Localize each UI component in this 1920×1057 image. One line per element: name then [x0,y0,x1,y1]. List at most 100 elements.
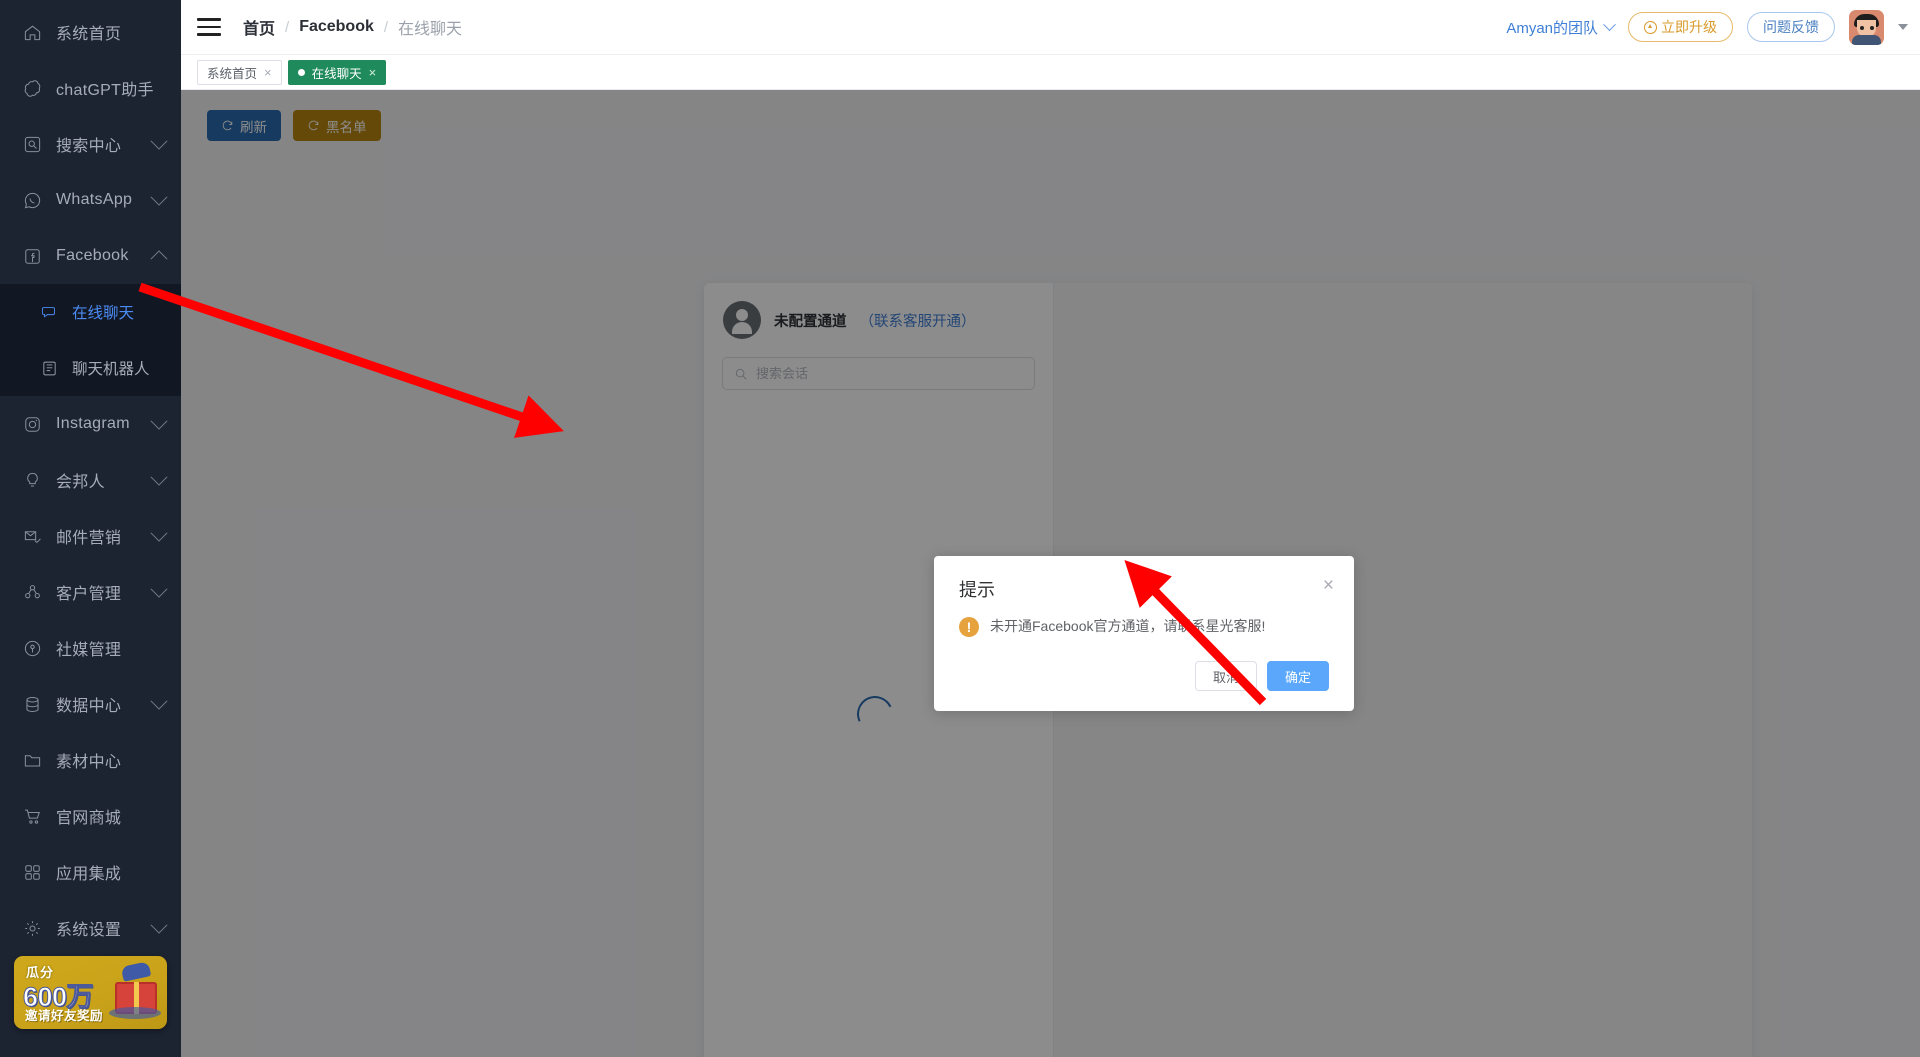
confirm-button[interactable]: 确定 [1266,661,1329,691]
sidebar-nav: 系统首页 chatGPT助手 搜索中心 WhatsApp Facebook 在线… [0,0,181,956]
chevron-down-icon [150,524,168,542]
sidebar-item-search-center[interactable]: 搜索中心 [0,116,181,172]
close-icon[interactable]: × [1323,576,1334,595]
feedback-label: 问题反馈 [1763,19,1819,35]
sidebar-item-label: 在线聊天 [72,305,135,322]
avatar-eye-left [1860,25,1864,30]
user-menu-caret-icon[interactable] [1898,24,1908,30]
promo-banner[interactable]: 瓜分 600万 邀请好友奖励 [14,956,167,1029]
cancel-button[interactable]: 取消 [1194,661,1257,691]
facebook-submenu: 在线聊天 聊天机器人 [0,284,181,396]
cart-icon [22,806,42,826]
avatar-eye-right [1870,25,1874,30]
team-name-label: Amyan的团队 [1506,19,1598,37]
sidebar-item-label: 应用集成 [56,866,122,883]
sidebar-item-chatbot[interactable]: 聊天机器人 [0,340,181,396]
users-icon [22,582,42,602]
sidebar-item-label: 会邦人 [56,474,105,491]
search-box-icon [22,134,42,154]
sidebar-item-label: 素材中心 [56,754,122,771]
sidebar-item-customer-management[interactable]: 客户管理 [0,564,181,620]
sidebar-item-label: 客户管理 [56,586,122,603]
tab-label: 在线聊天 [311,66,362,81]
team-selector[interactable]: Amyan的团队 [1506,17,1616,38]
sidebar-item-email-marketing[interactable]: 邮件营销 [0,508,181,564]
facebook-icon [22,246,42,266]
sidebar-item-label: 搜索中心 [56,138,122,155]
dialog-title: 提示 [959,580,995,600]
sidebar-item-label: 邮件营销 [56,530,122,547]
mail-check-icon [22,526,42,546]
chevron-up-icon [150,250,168,268]
chevron-down-icon [150,132,168,150]
breadcrumb: 首页 / Facebook / 在线聊天 [243,15,462,39]
close-icon[interactable]: × [264,66,272,79]
tab-bar: 系统首页 × 在线聊天 × [181,55,1920,90]
sidebar-item-label: Instagram [56,415,130,432]
tab-online-chat[interactable]: 在线聊天 × [287,59,387,85]
folder-icon [22,750,42,770]
breadcrumb-item-current: 在线聊天 [398,21,463,38]
header-actions: Amyan的团队 立即升级 问题反馈 [1506,9,1908,45]
instagram-icon [22,414,42,434]
sidebar-item-home[interactable]: 系统首页 [0,4,181,60]
sidebar-item-label: 聊天机器人 [72,361,150,378]
sidebar-item-material-center[interactable]: 素材中心 [0,732,181,788]
upgrade-button[interactable]: 立即升级 [1628,12,1733,42]
sidebar-item-label: 官网商城 [56,810,122,827]
sidebar-item-huibangren[interactable]: 会邦人 [0,452,181,508]
sidebar-item-chatgpt[interactable]: chatGPT助手 [0,60,181,116]
warning-icon: ! [959,617,979,637]
gear-icon [22,918,42,938]
sidebar-item-online-chat[interactable]: 在线聊天 [0,284,181,340]
dialog-body: ! 未开通Facebook官方通道，请联系星光客服! [934,602,1354,637]
sidebar-item-label: chatGPT助手 [56,82,154,99]
sidebar-item-label: Facebook [56,247,129,264]
chevron-down-icon [1603,17,1616,31]
chevron-down-icon [150,580,168,598]
dialog-footer: 取消 确定 [934,637,1354,711]
chevron-down-icon [150,692,168,710]
breadcrumb-item-facebook[interactable]: Facebook [299,18,374,36]
sidebar-item-label: 系统设置 [56,922,122,939]
grid-icon [22,862,42,882]
chevron-down-icon [150,412,168,430]
main-area: 首页 / Facebook / 在线聊天 Amyan的团队 立即升级 问题反馈 [181,0,1920,1057]
sidebar-item-label: WhatsApp [56,191,133,208]
upgrade-arrow-icon [1644,20,1657,34]
sidebar-item-label: 社媒管理 [56,642,122,659]
sidebar-item-instagram[interactable]: Instagram [0,396,181,452]
sidebar-item-official-store[interactable]: 官网商城 [0,788,181,844]
sidebar-item-system-settings[interactable]: 系统设置 [0,900,181,956]
sidebar-item-facebook[interactable]: Facebook [0,228,181,284]
tab-system-home[interactable]: 系统首页 × [197,59,282,85]
close-icon[interactable]: × [369,66,377,79]
ribbon-bow-decoration [120,961,152,982]
breadcrumb-separator: / [285,18,290,36]
database-icon [22,694,42,714]
robot-list-icon [40,359,59,378]
breadcrumb-separator: / [383,18,389,36]
sidebar-item-data-center[interactable]: 数据中心 [0,676,181,732]
chevron-down-icon [150,468,168,486]
bulb-icon [22,470,42,490]
chevron-down-icon [150,916,168,934]
chatgpt-icon [22,78,42,98]
tab-label: 系统首页 [207,66,258,81]
user-avatar[interactable] [1849,9,1884,45]
alert-dialog: 提示 × ! 未开通Facebook官方通道，请联系星光客服! 取消 确定 [934,556,1354,711]
sidebar-item-social-management[interactable]: 社媒管理 [0,620,181,676]
dialog-header: 提示 × [934,556,1354,602]
feedback-button[interactable]: 问题反馈 [1747,12,1835,42]
chat-bubble-icon [40,303,59,322]
chevron-down-icon [150,188,168,206]
promo-line-3: 邀请好友奖励 [25,1009,104,1023]
sidebar-item-whatsapp[interactable]: WhatsApp [0,172,181,228]
home-icon [22,22,42,42]
breadcrumb-item-home[interactable]: 首页 [243,15,275,39]
whatsapp-icon [22,190,42,210]
menu-toggle-icon[interactable] [197,18,221,36]
sidebar-item-app-integration[interactable]: 应用集成 [0,844,181,900]
broadcast-icon [22,638,42,658]
app-root: 系统首页 chatGPT助手 搜索中心 WhatsApp Facebook 在线… [0,0,1920,1057]
